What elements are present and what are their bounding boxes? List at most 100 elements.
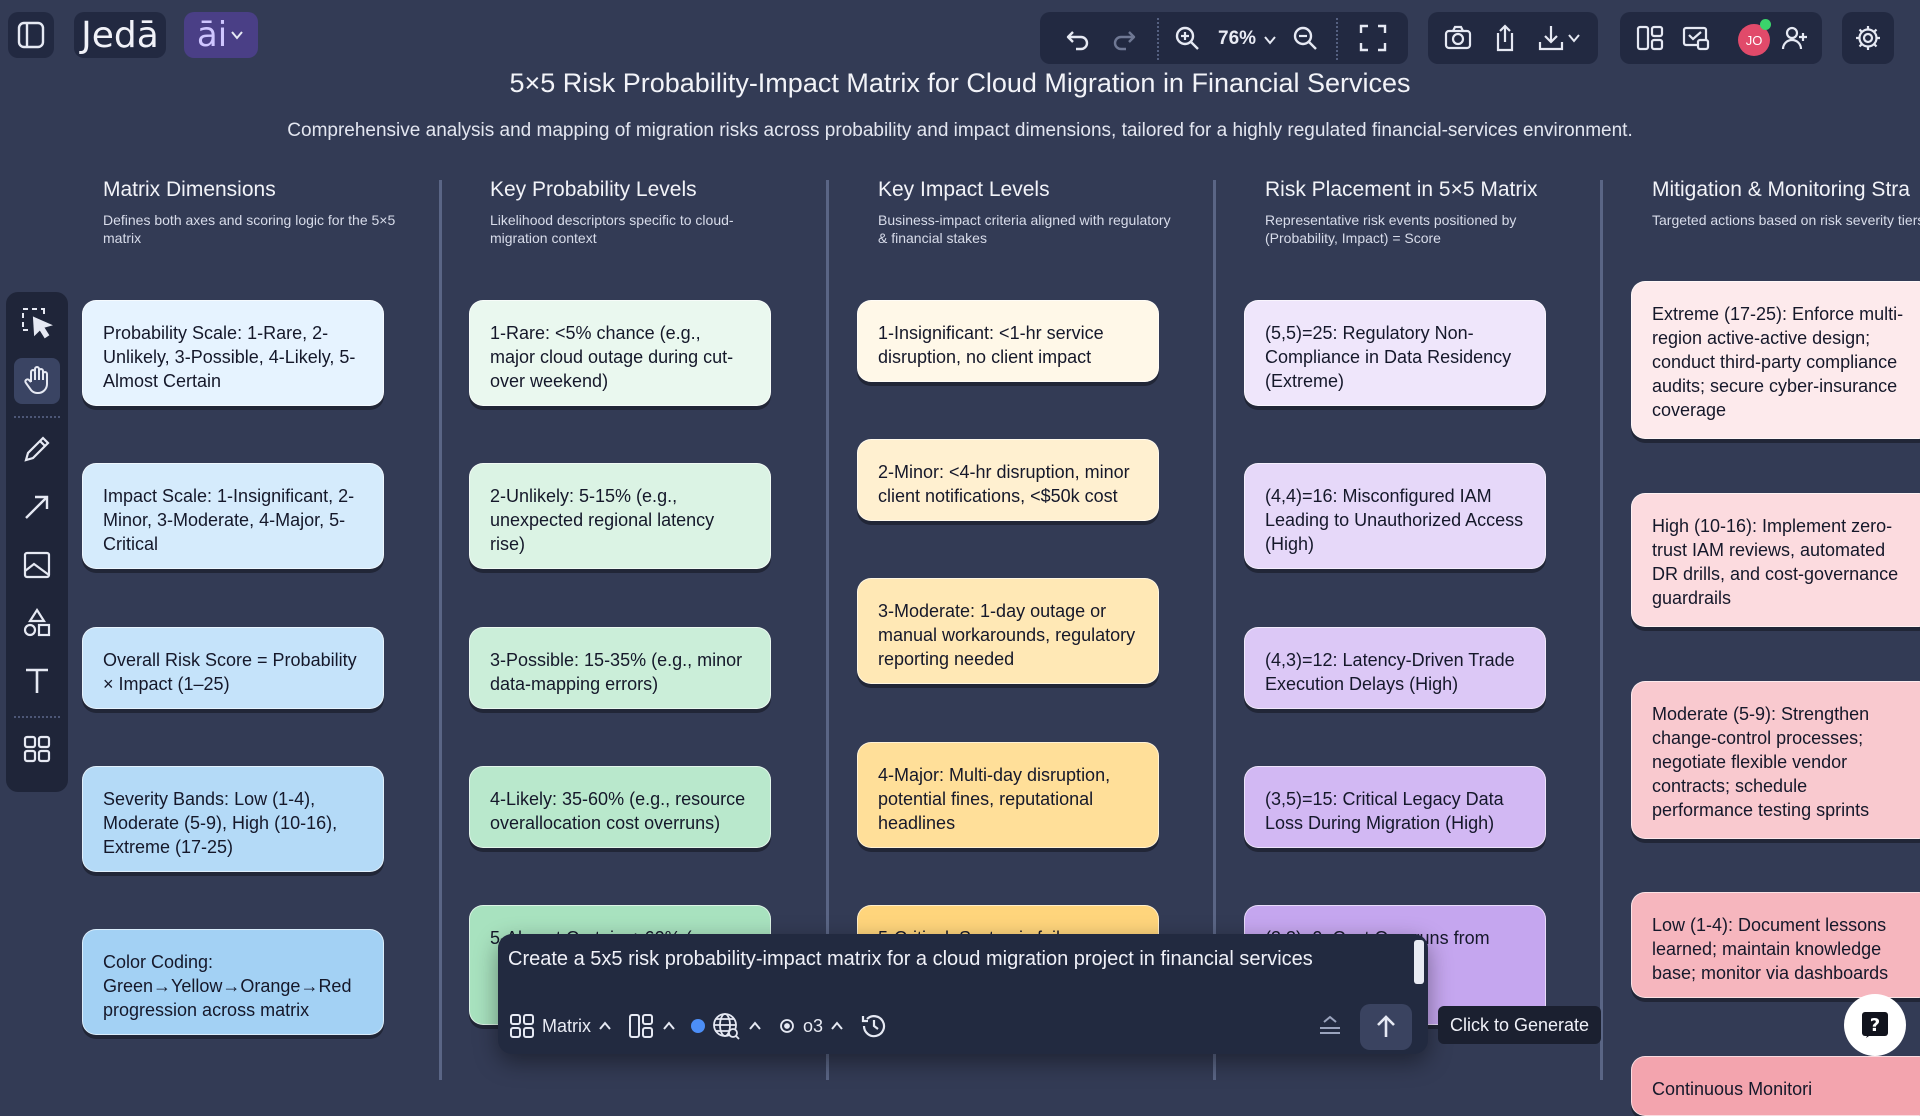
svg-text:?: ?: [1870, 1015, 1880, 1036]
card-matrix-dimensions[interactable]: Color Coding: Green→Yellow→Orange→Red pr…: [82, 929, 384, 1035]
collapse-button[interactable]: [1316, 1012, 1344, 1040]
arrow-icon: [21, 491, 53, 523]
column-description-probability-levels: Likelihood descriptors specific to cloud…: [490, 212, 734, 246]
image-icon: [21, 549, 53, 581]
card-risk-placement[interactable]: (4,4)=16: Misconfigured IAM Leading to U…: [1244, 463, 1546, 569]
arrow-up-icon: [1373, 1014, 1399, 1040]
column-title-impact-levels: Key Impact Levels: [878, 178, 1050, 201]
model-logo-icon: [777, 1016, 797, 1036]
sidebar-divider: [14, 716, 60, 718]
card-mitigation-strategies[interactable]: Low (1-4): Document lessons learned; mai…: [1631, 892, 1920, 998]
download-icon: [1536, 23, 1566, 53]
status-dot-icon: [691, 1019, 705, 1033]
column-description-mitigation-strategies: Targeted actions based on risk severity …: [1652, 212, 1920, 228]
sidebar-divider: [14, 416, 60, 418]
chevron-up-icon: [661, 1018, 677, 1034]
card-text: 2-Minor: <4-hr disruption, minor client …: [878, 462, 1130, 506]
present-button[interactable]: [1676, 20, 1716, 56]
prompt-options: Matrix o3: [508, 1006, 903, 1046]
card-impact-levels[interactable]: 2-Minor: <4-hr disruption, minor client …: [857, 439, 1159, 521]
zoom-in-icon: [1173, 24, 1201, 52]
card-mitigation-strategies[interactable]: Extreme (17-25): Enforce multi-region ac…: [1631, 281, 1920, 439]
card-probability-levels[interactable]: 2-Unlikely: 5-15% (e.g., unexpected regi…: [469, 463, 771, 569]
grid-icon: [21, 733, 53, 765]
collapse-icon: [1316, 1012, 1344, 1040]
web-search-selector[interactable]: [691, 1011, 763, 1041]
card-text: Continuous Monitori: [1652, 1079, 1813, 1099]
sidebar-toggle-button[interactable]: [8, 12, 54, 58]
arrow-tool-button[interactable]: [14, 484, 60, 530]
settings-button[interactable]: [1842, 12, 1894, 64]
card-impact-levels[interactable]: 1-Insignificant: <1-hr service disruptio…: [857, 300, 1159, 382]
ai-menu-button[interactable]: āi: [184, 12, 258, 58]
card-risk-placement[interactable]: (5,5)=25: Regulatory Non-Compliance in D…: [1244, 300, 1546, 406]
zoom-level-dropdown[interactable]: 76%: [1210, 22, 1278, 56]
zoom-in-button[interactable]: [1168, 20, 1206, 56]
fit-screen-button[interactable]: [1352, 20, 1394, 56]
text-tool-button[interactable]: [14, 658, 60, 704]
select-tool-button[interactable]: [14, 300, 60, 346]
layout-button[interactable]: [1630, 20, 1670, 56]
card-mitigation-strategies[interactable]: High (10-16): Implement zero-trust IAM r…: [1631, 493, 1920, 627]
prompt-input[interactable]: Create a 5x5 risk probability-impact mat…: [508, 948, 1313, 971]
prompt-scrollbar[interactable]: [1414, 940, 1424, 984]
card-matrix-dimensions[interactable]: Probability Scale: 1-Rare, 2-Unlikely, 3…: [82, 300, 384, 406]
zoom-out-icon: [1291, 24, 1319, 52]
layout-icon: [627, 1012, 655, 1040]
pencil-icon: [21, 433, 53, 465]
shapes-tool-button[interactable]: [14, 600, 60, 646]
shapes-icon: [21, 607, 53, 639]
card-matrix-dimensions[interactable]: Severity Bands: Low (1-4), Moderate (5-9…: [82, 766, 384, 872]
redo-button[interactable]: [1104, 20, 1144, 56]
column-description-risk-placement: Representative risk events positioned by…: [1265, 212, 1517, 246]
card-text: (4,3)=12: Latency-Driven Trade Execution…: [1265, 650, 1515, 694]
ai-label: āi: [196, 15, 228, 55]
camera-icon: [1443, 23, 1473, 53]
card-text: 4-Likely: 35-60% (e.g., resource overall…: [490, 789, 746, 833]
layout-selector[interactable]: [627, 1012, 677, 1040]
pan-tool-button[interactable]: [14, 358, 60, 404]
screenshot-button[interactable]: [1438, 20, 1478, 56]
upload-share-icon: [1489, 23, 1519, 53]
card-risk-placement[interactable]: (4,3)=12: Latency-Driven Trade Execution…: [1244, 627, 1546, 709]
chevron-down-icon: [1262, 32, 1278, 48]
card-mitigation-strategies[interactable]: Continuous Monitori: [1631, 1056, 1920, 1116]
layout-icon: [1635, 23, 1665, 53]
card-probability-levels[interactable]: 4-Likely: 35-60% (e.g., resource overall…: [469, 766, 771, 848]
mode-selector[interactable]: Matrix: [508, 1012, 613, 1040]
card-mitigation-strategies[interactable]: Moderate (5-9): Strengthen change-contro…: [1631, 681, 1920, 839]
card-text: (3,5)=15: Critical Legacy Data Loss Duri…: [1265, 789, 1504, 833]
card-matrix-dimensions[interactable]: Overall Risk Score = Probability × Impac…: [82, 627, 384, 709]
share-button[interactable]: [1484, 20, 1524, 56]
card-probability-levels[interactable]: 1-Rare: <5% chance (e.g., major cloud ou…: [469, 300, 771, 406]
model-label: o3: [803, 1015, 824, 1036]
card-risk-placement[interactable]: (3,5)=15: Critical Legacy Data Loss Duri…: [1244, 766, 1546, 848]
card-probability-levels[interactable]: 3-Possible: 15-35% (e.g., minor data-map…: [469, 627, 771, 709]
download-button[interactable]: [1530, 20, 1588, 56]
history-button[interactable]: [859, 1011, 889, 1041]
card-text: 1-Insignificant: <1-hr service disruptio…: [878, 323, 1104, 367]
undo-button[interactable]: [1058, 20, 1098, 56]
chevron-down-icon: [229, 27, 245, 43]
history-icon: [859, 1011, 889, 1041]
generate-button[interactable]: [1360, 1004, 1412, 1050]
app-logo[interactable]: Jedā: [74, 12, 166, 58]
card-text: Probability Scale: 1-Rare, 2-Unlikely, 3…: [103, 323, 356, 391]
card-matrix-dimensions[interactable]: Impact Scale: 1-Insignificant, 2-Minor, …: [82, 463, 384, 569]
panel-toggle-icon: [16, 20, 46, 50]
card-impact-levels[interactable]: 3-Moderate: 1-day outage or manual worka…: [857, 578, 1159, 684]
help-button[interactable]: ?: [1844, 994, 1906, 1056]
card-text: 2-Unlikely: 5-15% (e.g., unexpected regi…: [490, 486, 715, 554]
card-text: Extreme (17-25): Enforce multi-region ac…: [1652, 304, 1904, 420]
card-impact-levels[interactable]: 4-Major: Multi-day disruption, potential…: [857, 742, 1159, 848]
column-title-probability-levels: Key Probability Levels: [490, 178, 697, 201]
model-selector[interactable]: o3: [777, 1016, 845, 1037]
chevron-down-icon: [1566, 30, 1582, 46]
zoom-out-button[interactable]: [1286, 20, 1324, 56]
invite-user-button[interactable]: [1774, 20, 1814, 56]
templates-tool-button[interactable]: [14, 726, 60, 772]
pen-tool-button[interactable]: [14, 426, 60, 472]
mode-label: Matrix: [542, 1015, 591, 1036]
image-tool-button[interactable]: [14, 542, 60, 588]
card-text: Color Coding: Green→Yellow→Orange→Red pr…: [103, 952, 352, 1020]
